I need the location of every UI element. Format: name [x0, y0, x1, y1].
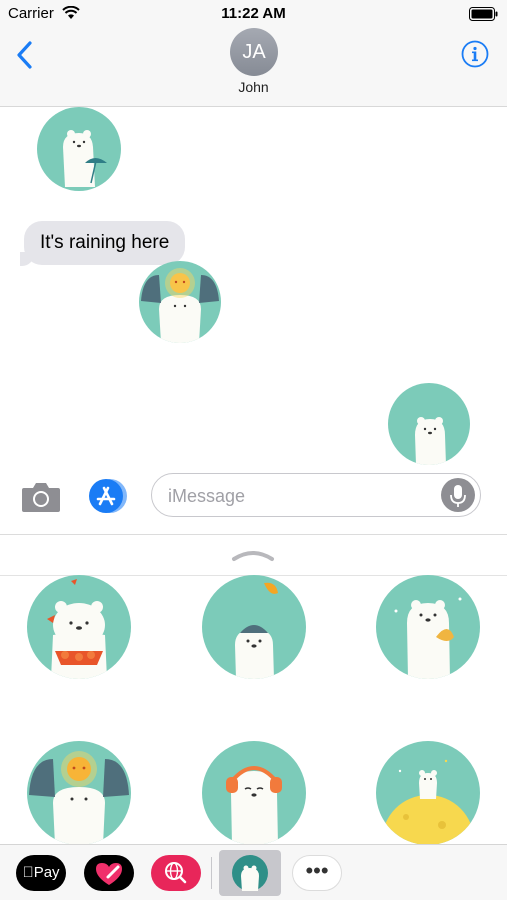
chevron-left-icon	[17, 41, 32, 69]
globe-search-icon	[165, 862, 187, 884]
apple-pay-label: Pay	[28, 864, 60, 881]
sticker-bear-peek[interactable]	[388, 383, 470, 465]
bear-beanie-icon	[235, 582, 278, 679]
sticker-drawer	[0, 534, 507, 845]
conversation-header: JA John	[0, 28, 507, 107]
heart-icon	[96, 863, 122, 885]
bear-sticker-app-button[interactable]	[219, 850, 281, 896]
message-bubble[interactable]: It's raining here	[24, 221, 186, 265]
info-button[interactable]	[461, 40, 489, 68]
bear-umbrella-icon	[63, 130, 107, 187]
message-placeholder: iMessage	[168, 486, 246, 506]
apple-pay-app-button[interactable]: Pay	[16, 855, 66, 891]
battery-icon	[469, 7, 498, 21]
bear-peek-icon	[415, 417, 446, 465]
image-search-app-button[interactable]	[151, 855, 201, 891]
drawer-sticker-bear-fan[interactable]	[376, 575, 480, 679]
messages-screen: Carrier 11:22 AM JA John It's raining he…	[0, 0, 507, 900]
drawer-sticker-bear-orange-headphones[interactable]	[202, 741, 306, 845]
microphone-icon	[450, 485, 466, 507]
sticker-bear-sun-headphones[interactable]	[139, 261, 221, 343]
digital-touch-app-button[interactable]	[84, 855, 134, 891]
drawer-sticker-bear-on-moon[interactable]	[376, 741, 480, 845]
bear-sun-headphones-icon	[29, 751, 129, 845]
app-drawer-strip: Pay •••	[0, 844, 507, 900]
bear-fan-icon	[394, 597, 462, 679]
compose-bar: iMessage	[0, 468, 507, 526]
camera-button[interactable]	[20, 480, 62, 514]
info-icon	[461, 40, 489, 68]
contact-avatar[interactable]: JA	[230, 28, 278, 76]
expand-drawer-handle[interactable]	[230, 545, 276, 565]
bear-sticker-app-icon	[232, 855, 268, 891]
status-time: 11:22 AM	[221, 5, 286, 22]
drawer-sticker-bear-sun-headphones[interactable]	[27, 741, 131, 845]
bear-sun-icon	[141, 268, 219, 343]
app-store-button[interactable]	[86, 478, 130, 514]
app-store-icon	[89, 479, 127, 513]
bear-orange-headphones-icon	[226, 766, 282, 845]
apple-icon: 	[22, 864, 33, 881]
status-bar: Carrier 11:22 AM	[0, 0, 507, 28]
sticker-bear-umbrella[interactable]	[37, 107, 121, 191]
dictation-button[interactable]	[441, 478, 475, 512]
bear-moon-icon	[382, 759, 474, 845]
back-button[interactable]	[12, 38, 42, 72]
drawer-sticker-bear-autumn-leaves[interactable]	[27, 575, 131, 679]
chevron-up-icon	[232, 551, 274, 561]
drawer-sticker-bear-beanie[interactable]	[202, 575, 306, 679]
bear-leaves-icon	[47, 579, 107, 679]
strip-separator	[211, 857, 212, 889]
contact-name[interactable]: John	[0, 79, 507, 95]
more-apps-button[interactable]: •••	[292, 855, 342, 891]
message-input[interactable]: iMessage	[151, 473, 481, 517]
camera-icon	[22, 483, 60, 512]
